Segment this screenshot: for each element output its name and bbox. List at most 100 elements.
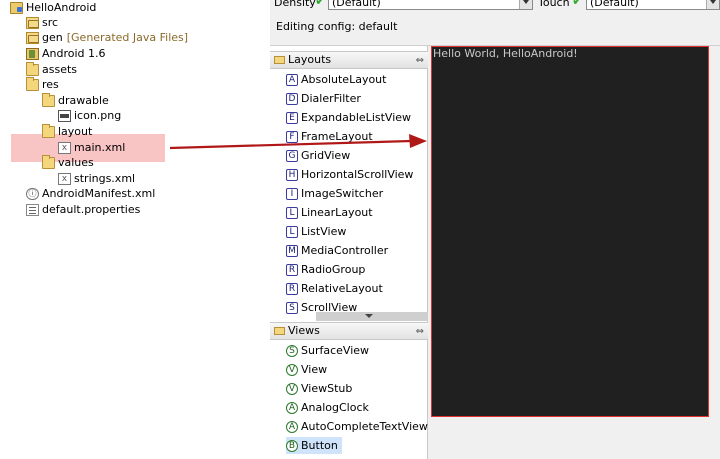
configuration-bar: Density ✔ (Default) Touch ✔ (Default) Ed… bbox=[270, 0, 720, 46]
views-drawer-header[interactable]: Views ⇔ bbox=[270, 322, 428, 340]
palette-item-analogclock[interactable]: A AnalogClock bbox=[286, 399, 373, 416]
chevron-down-icon bbox=[706, 0, 719, 9]
palette-item-linearlayout[interactable]: L LinearLayout bbox=[286, 204, 377, 221]
palette-item-label: MediaController bbox=[301, 244, 389, 257]
tree-item-label: main.xml bbox=[74, 141, 126, 154]
tree-item-androidmanifest-xml[interactable]: ⓘ AndroidManifest.xml bbox=[26, 186, 155, 202]
palette-item-absolutelayout[interactable]: A AbsoluteLayout bbox=[286, 71, 390, 88]
widget-type-icon: I bbox=[286, 187, 298, 200]
palette-item-label: AnalogClock bbox=[301, 401, 369, 414]
tree-item-label: layout bbox=[58, 125, 93, 138]
tree-item-main-xml[interactable]: x main.xml bbox=[58, 140, 125, 156]
palette-item-label: View bbox=[301, 363, 328, 376]
palette-item-label: ExpandableListView bbox=[301, 111, 412, 124]
folder-icon bbox=[42, 93, 55, 107]
widget-type-icon: A bbox=[286, 73, 298, 86]
tree-item-label: default.properties bbox=[42, 203, 141, 216]
tree-item-label: AndroidManifest.xml bbox=[42, 187, 156, 200]
palette-item-viewstub[interactable]: V ViewStub bbox=[286, 380, 356, 397]
palette-item-label: HorizontalScrollView bbox=[301, 168, 414, 181]
widget-type-icon: L bbox=[286, 206, 298, 219]
palette: Layouts ⇔ A AbsoluteLayout D DialerFilter E E… bbox=[270, 46, 428, 459]
palette-item-autocompletetextview[interactable]: A AutoCompleteTextView bbox=[286, 418, 432, 435]
tree-item-values[interactable]: values bbox=[42, 155, 94, 171]
widget-type-icon: E bbox=[286, 111, 298, 124]
generated-files-decoration: [Generated Java Files] bbox=[66, 31, 189, 44]
chevron-down-icon bbox=[519, 0, 532, 9]
canvas-background bbox=[428, 417, 720, 459]
tree-item-label: drawable bbox=[58, 94, 109, 107]
density-dropdown[interactable]: (Default) bbox=[328, 0, 533, 10]
palette-item-button[interactable]: B Button bbox=[286, 437, 342, 454]
library-icon bbox=[26, 48, 39, 60]
package-explorer: HelloAndroid src gen [Generated Java Fil… bbox=[0, 0, 266, 459]
tree-item-drawable[interactable]: drawable bbox=[42, 93, 109, 109]
widget-type-icon: A bbox=[286, 401, 298, 414]
xml-file-icon: x bbox=[58, 173, 71, 185]
palette-item-label: LinearLayout bbox=[301, 206, 373, 219]
touch-dropdown[interactable]: (Default) bbox=[586, 0, 720, 10]
tree-item-layout[interactable]: layout bbox=[42, 124, 92, 140]
palette-item-horizontalscrollview[interactable]: H HorizontalScrollView bbox=[286, 166, 417, 183]
tree-item-res[interactable]: res bbox=[26, 77, 59, 93]
tree-item-label: HelloAndroid bbox=[26, 1, 97, 14]
views-header-label: Views bbox=[288, 324, 320, 337]
palette-item-label: DialerFilter bbox=[301, 92, 361, 105]
collapse-icon[interactable]: ⇔ bbox=[416, 53, 424, 69]
palette-item-listview[interactable]: L ListView bbox=[286, 223, 350, 240]
tree-item-android-1-6[interactable]: Android 1.6 bbox=[26, 46, 106, 62]
palette-item-label: ViewStub bbox=[301, 382, 353, 395]
tree-item-label: values bbox=[58, 156, 94, 169]
widget-type-icon: F bbox=[286, 130, 298, 143]
palette-item-expandablelistview[interactable]: E ExpandableListView bbox=[286, 109, 415, 126]
palette-item-label: GridView bbox=[301, 149, 351, 162]
scroll-down-icon[interactable] bbox=[316, 312, 428, 321]
palette-item-surfaceview[interactable]: S SurfaceView bbox=[286, 342, 373, 359]
touch-label: Touch bbox=[538, 0, 570, 9]
palette-item-dialerfilter[interactable]: D DialerFilter bbox=[286, 90, 365, 107]
manifest-file-icon: ⓘ bbox=[26, 188, 39, 200]
palette-item-label: Button bbox=[301, 439, 338, 452]
palette-item-gridview[interactable]: G GridView bbox=[286, 147, 354, 164]
density-check-icon: ✔ bbox=[315, 0, 326, 9]
folder-icon bbox=[42, 155, 55, 169]
layout-canvas[interactable]: Hello World, HelloAndroid! bbox=[428, 46, 720, 459]
widget-type-icon: B bbox=[286, 439, 298, 452]
palette-item-framelayout[interactable]: F FrameLayout bbox=[286, 128, 377, 145]
tree-item-icon-png[interactable]: icon.png bbox=[58, 108, 121, 124]
collapse-icon[interactable]: ⇔ bbox=[416, 324, 424, 340]
folder-icon bbox=[274, 327, 285, 335]
widget-type-icon: M bbox=[286, 244, 298, 257]
palette-item-label: RelativeLayout bbox=[301, 282, 383, 295]
xml-file-icon: x bbox=[58, 142, 71, 154]
folder-icon bbox=[42, 124, 55, 138]
image-file-icon bbox=[58, 110, 71, 122]
density-label: Density bbox=[274, 0, 316, 9]
layouts-header-label: Layouts bbox=[288, 53, 332, 66]
palette-item-relativelayout[interactable]: R RelativeLayout bbox=[286, 280, 387, 297]
tree-item-assets[interactable]: assets bbox=[26, 62, 77, 78]
tree-item-src[interactable]: src bbox=[26, 15, 58, 31]
tree-item-label: Android 1.6 bbox=[42, 47, 106, 60]
widget-type-icon: S bbox=[286, 301, 298, 314]
palette-item-label: SurfaceView bbox=[301, 344, 370, 357]
tree-item-strings-xml[interactable]: x strings.xml bbox=[58, 171, 135, 187]
project-icon bbox=[10, 2, 23, 14]
palette-item-label: RadioGroup bbox=[301, 263, 366, 276]
palette-item-label: ListView bbox=[301, 225, 347, 238]
palette-item-view[interactable]: V View bbox=[286, 361, 331, 378]
widget-type-icon: A bbox=[286, 420, 298, 433]
palette-item-mediacontroller[interactable]: M MediaController bbox=[286, 242, 392, 259]
folder-icon bbox=[274, 56, 285, 64]
device-screen-preview[interactable]: Hello World, HelloAndroid! bbox=[431, 46, 709, 417]
tree-item-label: res bbox=[42, 78, 59, 91]
palette-item-imageswitcher[interactable]: I ImageSwitcher bbox=[286, 185, 387, 202]
hello-world-textview[interactable]: Hello World, HelloAndroid! bbox=[433, 47, 578, 60]
tree-item-gen[interactable]: gen [Generated Java Files] bbox=[26, 30, 188, 46]
layouts-drawer-header[interactable]: Layouts ⇔ bbox=[270, 51, 428, 69]
tree-item-helloandroid[interactable]: HelloAndroid bbox=[10, 0, 96, 16]
tree-item-label: strings.xml bbox=[74, 172, 136, 185]
palette-item-radiogroup[interactable]: R RadioGroup bbox=[286, 261, 369, 278]
palette-item-label: AbsoluteLayout bbox=[301, 73, 387, 86]
tree-item-default-properties[interactable]: default.properties bbox=[26, 202, 140, 218]
